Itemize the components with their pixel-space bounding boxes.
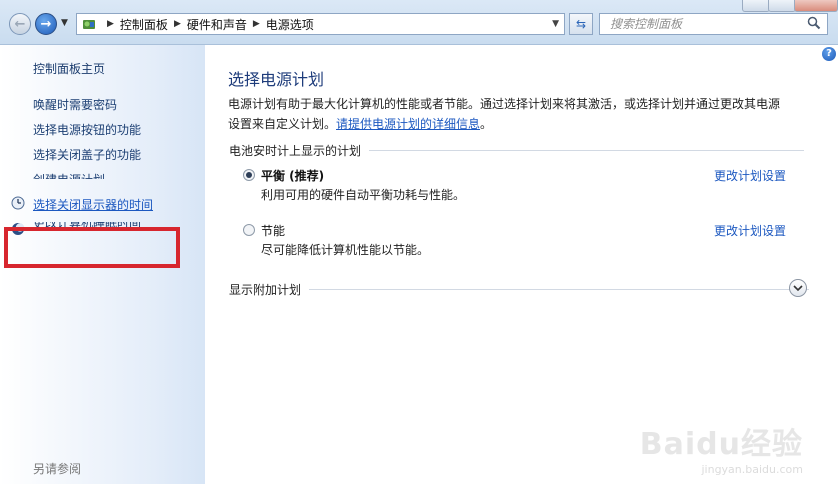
section-divider	[369, 150, 804, 151]
description-end: 。	[480, 117, 493, 131]
plan-balanced-name[interactable]: 平衡 (推荐)	[261, 167, 324, 184]
control-panel-home-link[interactable]: 控制面板主页	[33, 60, 105, 77]
arrow-left-icon: ←	[14, 16, 26, 32]
plan-balanced-change-settings-link[interactable]: 更改计划设置	[714, 167, 786, 184]
breadcrumb-hardware-sound[interactable]: 硬件和声音	[187, 16, 247, 33]
control-panel-icon	[81, 16, 97, 32]
plan-power-saver-radio[interactable]	[243, 224, 255, 236]
help-icon[interactable]: ?	[822, 47, 836, 61]
sidebar-item-wake-password[interactable]: 唤醒时需要密码	[33, 96, 117, 113]
description-text: 电源计划有助于最大化计算机的性能或者节能。通过选择计划来将其激活，或选择计划并通…	[228, 97, 781, 131]
watermark-url: jingyan.baidu.com	[701, 463, 803, 476]
back-button[interactable]: ←	[9, 13, 31, 35]
breadcrumb-separator[interactable]: ▶	[174, 19, 181, 29]
address-toolbar: ← → ▼ ▶ 控制面板 ▶ 硬件和声音 ▶ 电源选项 ▼ ⇆ 搜索控制面板	[0, 0, 838, 45]
watermark-logo: Baidu经验	[639, 427, 803, 462]
maximize-button[interactable]	[768, 0, 796, 12]
plan-balanced-radio[interactable]	[243, 169, 255, 181]
expand-additional-plans-button[interactable]	[789, 279, 807, 297]
recent-pages-dropdown[interactable]: ▼	[61, 18, 68, 28]
search-input[interactable]: 搜索控制面板	[599, 13, 828, 35]
plan-power-saver-name[interactable]: 节能	[261, 222, 285, 239]
highlight-annotation-box	[4, 227, 180, 268]
page-title: 选择电源计划	[228, 70, 325, 89]
baidu-watermark: Baidu经验 jingyan.baidu.com	[640, 419, 803, 476]
sidebar-item-display-off-time[interactable]: 选择关闭显示器的时间	[33, 196, 153, 213]
show-additional-plans[interactable]: 显示附加计划	[229, 281, 809, 298]
display-clock-icon	[11, 196, 25, 210]
breadcrumb-power-options[interactable]: 电源选项	[266, 16, 314, 33]
content-pane: ? 选择电源计划 电源计划有助于最大化计算机的性能或者节能。通过选择计划来将其激…	[205, 45, 838, 484]
chevron-down-icon	[793, 285, 803, 292]
breadcrumb-control-panel[interactable]: 控制面板	[120, 16, 168, 33]
sidebar-item-create-plan[interactable]: 创建电源计划	[33, 171, 105, 179]
sidebar-item-power-buttons[interactable]: 选择电源按钮的功能	[33, 121, 141, 138]
plan-power-saver-description: 尽可能降低计算机性能以节能。	[261, 243, 430, 257]
section-label: 电池安时计上显示的计划	[229, 144, 362, 158]
plan-balanced-description: 利用可用的硬件自动平衡功耗与性能。	[261, 188, 466, 202]
power-plan-details-link[interactable]: 请提供电源计划的详细信息	[336, 117, 480, 131]
plan-power-saver-change-settings-link[interactable]: 更改计划设置	[714, 222, 786, 239]
task-pane: 控制面板主页 唤醒时需要密码 选择电源按钮的功能 选择关闭盖子的功能 创建电源计…	[0, 45, 205, 484]
minimize-button[interactable]	[742, 0, 770, 12]
address-dropdown-icon[interactable]: ▼	[552, 19, 559, 29]
refresh-icon: ⇆	[575, 17, 587, 31]
section-divider	[309, 289, 809, 290]
search-icon[interactable]	[807, 16, 821, 36]
search-placeholder: 搜索控制面板	[610, 17, 683, 31]
forward-button[interactable]: →	[35, 13, 57, 35]
refresh-button[interactable]: ⇆	[569, 13, 593, 35]
see-also-heading: 另请参阅	[33, 462, 82, 476]
breadcrumb-separator[interactable]: ▶	[253, 19, 260, 29]
address-bar[interactable]: ▶ 控制面板 ▶ 硬件和声音 ▶ 电源选项 ▼	[76, 13, 565, 35]
page-description: 电源计划有助于最大化计算机的性能或者节能。通过选择计划来将其激活，或选择计划并通…	[228, 94, 788, 134]
battery-meter-plans-section: 电池安时计上显示的计划	[229, 142, 804, 159]
show-additional-plans-label: 显示附加计划	[229, 283, 302, 297]
sidebar-item-lid-close[interactable]: 选择关闭盖子的功能	[33, 146, 141, 163]
breadcrumb-separator[interactable]: ▶	[107, 19, 114, 29]
close-button[interactable]	[794, 0, 838, 12]
arrow-right-icon: →	[40, 16, 52, 32]
